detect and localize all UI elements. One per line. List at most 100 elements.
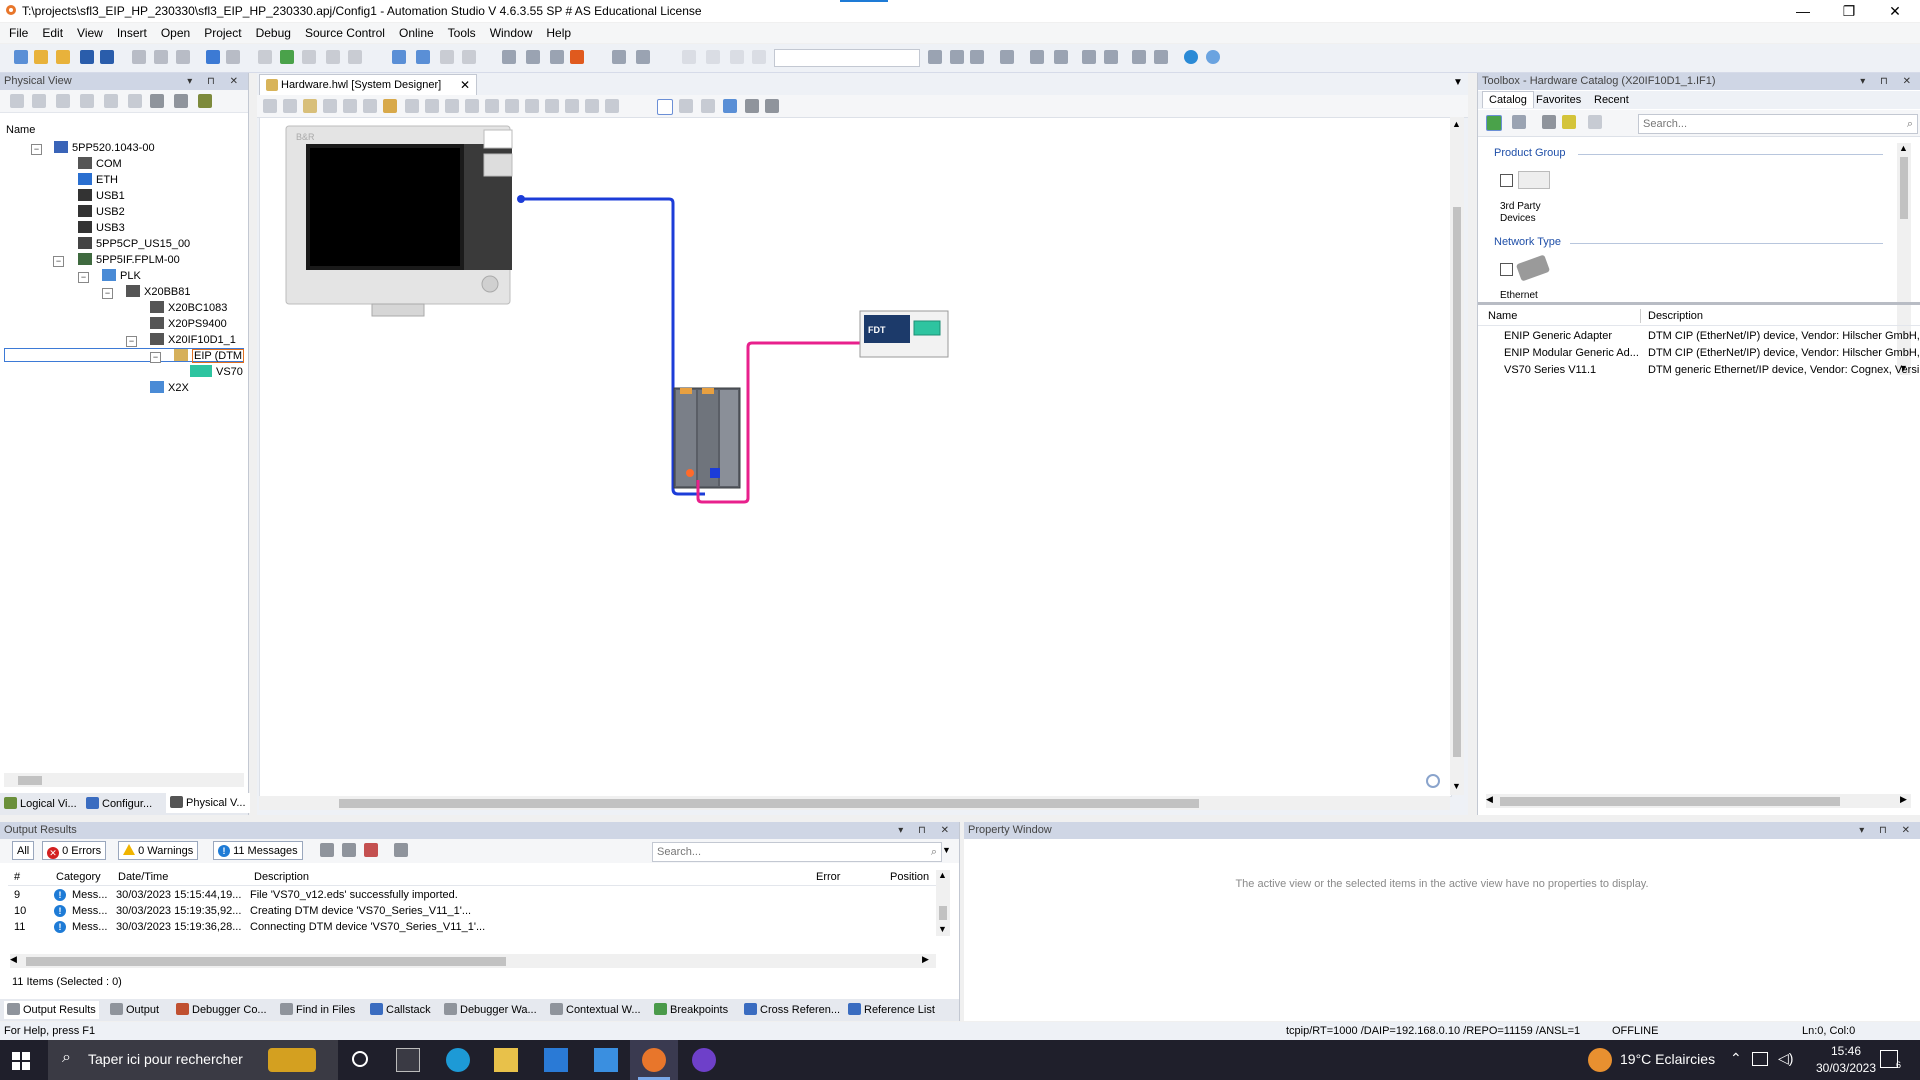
toolbar-icon-l[interactable] [706, 50, 720, 64]
cut-icon[interactable] [132, 50, 146, 64]
clock-time[interactable]: 15:46 [1806, 1044, 1886, 1058]
tab-physical-view[interactable]: Physical V... [166, 793, 250, 813]
toolbar-icon-r[interactable] [1000, 50, 1014, 64]
tree-tool-icon-1[interactable] [10, 94, 24, 108]
designer-tool-5[interactable] [343, 99, 357, 113]
network-type-item[interactable]: Ethernet [1500, 290, 1538, 301]
tab-find-in-files[interactable]: Find in Files [280, 1001, 355, 1019]
output-clear-icon[interactable] [364, 843, 378, 857]
toolbar-icon-h[interactable] [526, 50, 540, 64]
catalog-view-icon[interactable] [1512, 115, 1526, 129]
designer-tool-3[interactable] [303, 99, 317, 113]
tab-output[interactable]: Output [110, 1001, 159, 1019]
designer-tool-7[interactable] [405, 99, 419, 113]
col-datetime[interactable]: Date/Time [118, 869, 168, 885]
text-tool-2-icon[interactable] [679, 99, 693, 113]
cable-endpoint[interactable] [517, 195, 525, 203]
tree-item-eip-dtm[interactable]: EIP (DTM [174, 349, 245, 363]
toolbar-icon-e[interactable] [416, 50, 430, 64]
toolbar-icon-a[interactable] [302, 50, 316, 64]
refresh-icon[interactable] [280, 50, 294, 64]
tree-tool-icon-8[interactable] [174, 94, 188, 108]
weather-text[interactable]: 19°C Eclaircies [1620, 1051, 1715, 1067]
output-hscroll-thumb[interactable] [26, 957, 506, 966]
output-tool-icon-2[interactable] [342, 843, 356, 857]
windows-start-icon[interactable] [12, 1052, 30, 1070]
tab-overflow-icon[interactable]: ▼ [1453, 77, 1463, 88]
toolbar-icon-o[interactable] [928, 50, 942, 64]
toolbar-icon-t[interactable] [1054, 50, 1068, 64]
toolbar-icon-b[interactable] [326, 50, 340, 64]
output-row[interactable]: 10 ! Mess... 30/03/2023 15:19:35,92... C… [14, 903, 934, 919]
toolbar-icon-c[interactable] [348, 50, 362, 64]
same-width-icon[interactable] [565, 99, 579, 113]
filter-scroll-thumb[interactable] [1900, 157, 1908, 219]
output-vscroll-thumb[interactable] [939, 906, 947, 920]
toolbar-icon-i[interactable] [550, 50, 564, 64]
menu-window[interactable]: Window [483, 23, 540, 40]
output-search-field[interactable]: Search... ⌕ [652, 842, 942, 862]
toolbar-icon-j[interactable] [636, 50, 650, 64]
toolbar-icon-k[interactable] [682, 50, 696, 64]
catalog-row[interactable]: VS70 Series V11.1 DTM generic Ethernet/I… [1478, 362, 1920, 379]
toolbar-icon-g[interactable] [462, 50, 476, 64]
copy-icon[interactable] [154, 50, 168, 64]
catalog-splitter[interactable] [1478, 302, 1920, 305]
filter-all-button[interactable]: All [12, 841, 35, 860]
settings-icon[interactable] [612, 50, 626, 64]
minimize-button[interactable]: — [1780, 0, 1826, 22]
clear-filter-icon[interactable] [1588, 115, 1602, 129]
designer-tool-1[interactable] [263, 99, 277, 113]
new-icon[interactable] [14, 50, 28, 64]
col-error[interactable]: Error [816, 869, 840, 885]
tree-item-x20ps9400[interactable]: X20PS9400 [150, 317, 227, 331]
edge-browser-icon[interactable] [446, 1048, 470, 1072]
catalog-row[interactable]: ENIP Generic Adapter DTM CIP (EtherNet/I… [1478, 328, 1920, 345]
tree-collapse-toggle[interactable]: − [53, 256, 64, 267]
designer-tool-8[interactable] [425, 99, 439, 113]
toolbar-icon-w[interactable] [1132, 50, 1146, 64]
col-description[interactable]: Description [254, 869, 309, 885]
menu-insert[interactable]: Insert [110, 23, 154, 40]
panel-pc-device[interactable]: B&R [285, 125, 513, 317]
x20-module-stack[interactable] [673, 387, 741, 489]
designer-tool-10[interactable] [723, 99, 737, 113]
toolbar-icon-s[interactable] [1030, 50, 1044, 64]
output-tool-icon-1[interactable] [320, 843, 334, 857]
designer-tool-2[interactable] [283, 99, 297, 113]
save-icon[interactable] [80, 50, 94, 64]
menu-online[interactable]: Online [392, 23, 441, 40]
tree-collapse-toggle[interactable]: − [31, 144, 42, 155]
redo-icon[interactable] [226, 50, 240, 64]
tree-item-vs70[interactable]: VS70 [190, 365, 243, 379]
tab-recent[interactable]: Recent [1588, 94, 1635, 106]
panel-controls[interactable]: ▾ ⊓ ✕ [898, 822, 955, 839]
tab-breakpoints[interactable]: Breakpoints [654, 1001, 728, 1019]
close-button[interactable]: ✕ [1872, 0, 1918, 22]
panel-controls[interactable]: ▾ ⊓ ✕ [1859, 822, 1916, 839]
paste-icon[interactable] [176, 50, 190, 64]
align-top-icon[interactable] [485, 99, 499, 113]
canvas-horizontal-scrollbar[interactable] [259, 796, 1450, 810]
menu-tools[interactable]: Tools [441, 23, 483, 40]
filter-messages-button[interactable]: ! 11 Messages [213, 841, 303, 860]
globe-icon[interactable] [1184, 50, 1198, 64]
maximize-button[interactable]: ❐ [1826, 0, 1872, 22]
tree-tool-icon-4[interactable] [80, 94, 94, 108]
store-icon[interactable] [544, 1048, 568, 1072]
catalog-row[interactable]: ENIP Modular Generic Ad... DTM CIP (Ethe… [1478, 345, 1920, 362]
tree-item-usb2[interactable]: USB2 [78, 205, 125, 219]
toolbar-icon-v[interactable] [1104, 50, 1118, 64]
product-group-checkbox[interactable] [1500, 174, 1513, 187]
toolbar-icon-m[interactable] [730, 50, 744, 64]
tree-collapse-toggle[interactable]: − [126, 336, 137, 347]
tab-cross-reference[interactable]: Cross Referen... [744, 1001, 840, 1019]
filter-errors-button[interactable]: ✕ 0 Errors [42, 841, 107, 860]
tree-collapse-toggle[interactable]: − [102, 288, 113, 299]
clock-date[interactable]: 30/03/2023 [1806, 1061, 1886, 1075]
toolbar-icon-p[interactable] [950, 50, 964, 64]
tree-item-plc[interactable]: 5PP520.1043-00 [54, 141, 155, 155]
tree-item-x20bb81[interactable]: X20BB81 [126, 285, 190, 299]
catalog-horizontal-scrollbar[interactable]: ◀ ▶ [1486, 794, 1911, 808]
taskbar-search-box[interactable]: ⌕ Taper ici pour rechercher [48, 1040, 338, 1080]
